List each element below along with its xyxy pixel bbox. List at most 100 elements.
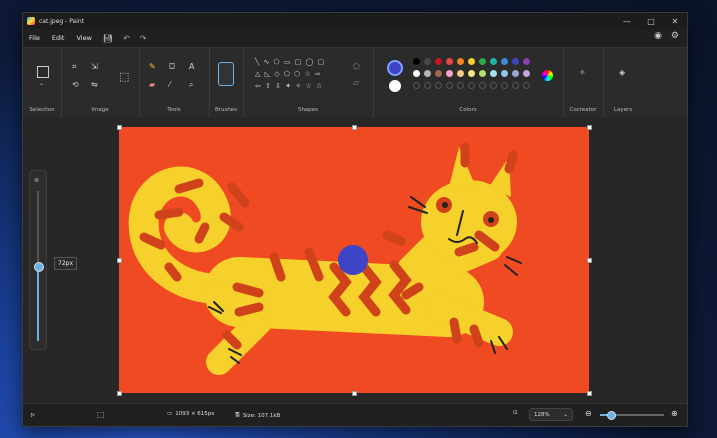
selection-rectangle-icon[interactable] [37,66,49,78]
menu-edit[interactable]: Edit [46,34,71,42]
palette-swatch[interactable] [501,58,508,65]
resize-handle[interactable] [117,258,122,263]
custom-color-slot[interactable] [424,82,431,89]
undo-icon[interactable]: ↶ [118,34,135,43]
palette-swatch[interactable] [424,70,431,77]
palette-swatch[interactable] [479,70,486,77]
canvas-size-icon: ▭ [167,411,173,417]
palette-swatch[interactable] [523,58,530,65]
palette-swatch[interactable] [435,58,442,65]
custom-color-slot[interactable] [468,82,475,89]
fill-bucket-icon[interactable]: ⛋ [169,62,175,72]
minimize-button[interactable]: — [615,13,639,29]
status-bar: ▹ ⬚ ▭ 1093 × 615px 🖫︎ Size: 107.1kB ⊡ 12… [23,403,687,426]
primary-color-swatch[interactable] [387,60,403,76]
crop-icon[interactable]: ⌗ [72,62,77,72]
custom-color-slot[interactable] [479,82,486,89]
palette-swatch[interactable] [424,58,431,65]
fit-to-window-icon[interactable]: ⊡ [513,410,518,416]
resize-handle[interactable] [352,391,357,396]
size-slider-fill [37,265,39,341]
custom-color-slot[interactable] [413,82,420,89]
resize-handle[interactable] [352,125,357,130]
disk-icon: 🖫︎ [235,412,240,418]
zoom-out-icon[interactable]: ⊖ [585,409,592,418]
custom-color-slot[interactable] [457,82,464,89]
resize-icon[interactable]: ⇲ [91,62,98,71]
eraser-icon[interactable]: ▰ [149,80,155,89]
resize-handle[interactable] [117,391,122,396]
flip-icon[interactable]: ⇋ [91,80,98,89]
size-slider-track[interactable] [34,191,44,341]
drawing-canvas[interactable] [119,127,589,393]
palette-swatch[interactable] [446,70,453,77]
resize-handle[interactable] [587,125,592,130]
palette-swatch[interactable] [523,70,530,77]
outline-icon[interactable]: ⬠ [353,62,360,71]
palette-swatch[interactable] [413,58,420,65]
palette-swatch[interactable] [490,58,497,65]
maximize-button[interactable]: □ [639,13,663,29]
menu-view[interactable]: View [70,34,97,42]
group-cocreator: ✧ Cocreator [563,48,604,118]
custom-color-slot[interactable] [446,82,453,89]
palette-swatch[interactable] [457,70,464,77]
size-slider-thumb[interactable] [34,262,44,272]
resize-handle[interactable] [587,258,592,263]
save-icon[interactable]: 💾︎ [98,34,118,43]
magnifier-icon[interactable]: ⌕ [189,80,193,90]
title-bar: cat.jpeg - Paint — □ ✕ [23,13,687,29]
color-picker-icon[interactable]: ⁄ [169,80,170,89]
palette-swatch[interactable] [468,58,475,65]
resize-handle[interactable] [117,125,122,130]
group-brushes: Brushes [209,48,244,118]
edit-colors-icon[interactable] [542,70,553,81]
brush-icon[interactable] [218,62,234,86]
layers-icon[interactable]: ◈ [619,68,625,77]
palette-swatch[interactable] [479,58,486,65]
palette-swatch[interactable] [501,70,508,77]
custom-color-slot[interactable] [512,82,519,89]
group-label-brushes: Brushes [214,107,238,113]
canvas-size-text: 1093 × 615px [175,411,215,417]
group-label-tools: Tools [167,107,181,113]
custom-color-slot[interactable] [523,82,530,89]
zoom-in-icon[interactable]: ⊕ [671,409,678,418]
palette-swatch[interactable] [512,58,519,65]
canvas-dimensions: ▭ 1093 × 615px [167,411,215,417]
close-button[interactable]: ✕ [663,13,687,29]
custom-color-slot[interactable] [501,82,508,89]
custom-color-slot[interactable] [490,82,497,89]
custom-color-slot[interactable] [435,82,442,89]
shapes-row-3[interactable]: ⇦ ⇧ ⇩ ✦ ✧ ☆ ☆ [255,82,323,90]
rotate-icon[interactable]: ⟲ [72,80,79,89]
redo-icon[interactable]: ↷ [135,34,152,43]
palette-swatch[interactable] [512,70,519,77]
palette-swatch[interactable] [446,58,453,65]
menu-file[interactable]: File [23,34,46,42]
palette-swatch[interactable] [457,58,464,65]
settings-gear-icon[interactable]: ⚙ [671,31,679,41]
chevron-down-icon[interactable]: ⌄ [39,80,44,87]
image-select-icon[interactable]: ⬚ [119,70,129,83]
shapes-row-2[interactable]: △ ◺ ◇ ⬠ ⬡ ☆ ⇨ [255,70,322,78]
shape-fill-icon[interactable]: ▱ [353,78,359,87]
brush-size-value: 72px [58,260,73,267]
palette-swatch[interactable] [468,70,475,77]
zoom-value: 128% [534,411,550,418]
text-icon[interactable]: A [189,62,194,71]
zoom-select[interactable]: 128% ⌄ [529,408,573,421]
palette-swatch[interactable] [435,70,442,77]
zoom-slider[interactable] [600,411,664,420]
cursor-icon[interactable]: ▹ [31,410,35,419]
palette-swatch[interactable] [413,70,420,77]
zoom-slider-thumb[interactable] [607,411,616,420]
cocreator-icon[interactable]: ✧ [579,68,586,77]
secondary-color-swatch[interactable] [389,80,401,92]
palette-swatch[interactable] [490,70,497,77]
pencil-icon[interactable]: ✎ [149,62,156,71]
group-selection: ⌄ Selection [23,48,62,118]
shapes-row-1[interactable]: ╲ ∿ ⬠ ▭ ▢ ◯ ▢ [255,58,325,66]
resize-handle[interactable] [587,391,592,396]
account-icon[interactable]: ◉ [654,31,662,41]
